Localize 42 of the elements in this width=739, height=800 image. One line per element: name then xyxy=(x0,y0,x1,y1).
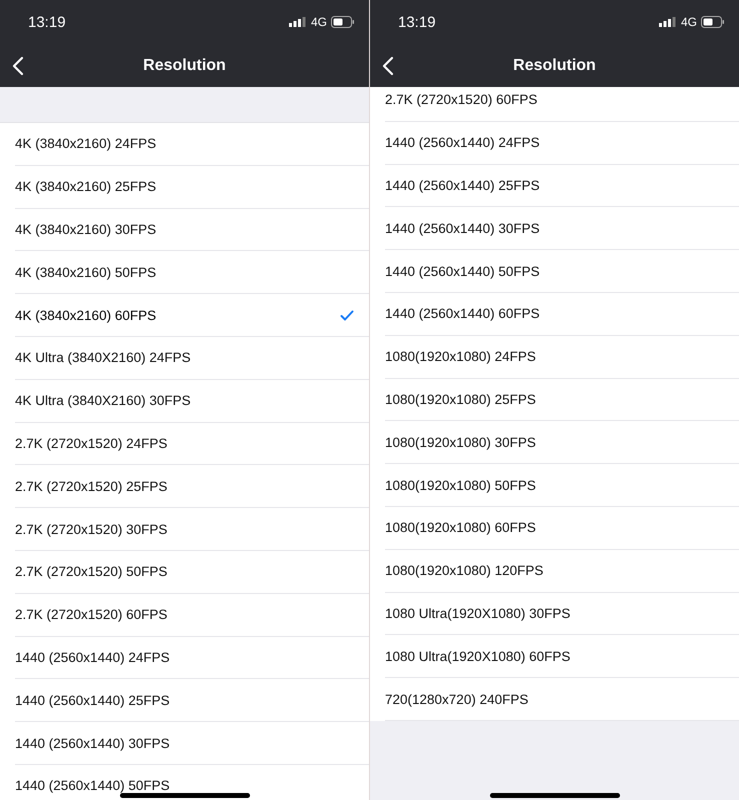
resolution-option[interactable]: 2.7K (2720x1520) 25FPS xyxy=(15,465,369,508)
resolution-option[interactable]: 4K (3840x2160) 25FPS xyxy=(15,166,369,209)
network-label: 4G xyxy=(310,15,327,29)
resolution-option[interactable]: 1080(1920x1080) 60FPS xyxy=(385,506,739,550)
back-chevron-icon xyxy=(12,56,24,76)
resolution-option[interactable]: 1440 (2560x1440) 50FPS xyxy=(385,250,739,293)
resolution-option[interactable]: 1080(1920x1080) 50FPS xyxy=(385,464,739,507)
resolution-option[interactable]: 1440 (2560x1440) 24FPS xyxy=(385,122,739,165)
resolution-option[interactable]: 2.7K (2720x1520) 30FPS xyxy=(15,508,369,551)
status-time: 13:19 xyxy=(398,14,436,30)
status-time: 13:19 xyxy=(28,14,66,30)
resolution-option[interactable]: 1440 (2560x1440) 25FPS xyxy=(15,679,369,722)
resolution-option[interactable]: 1080(1920x1080) 24FPS xyxy=(385,336,739,379)
screen-title: Resolution xyxy=(512,56,597,74)
resolution-option[interactable]: 2.7K (2720x1520) 50FPS xyxy=(15,550,369,594)
resolution-option[interactable]: 4K (3840x2160) 50FPS xyxy=(15,251,369,294)
signal-icon xyxy=(658,17,677,27)
resolution-option[interactable]: 1080(1920x1080) 30FPS xyxy=(385,421,739,464)
resolution-option[interactable]: 2.7K (2720x1520) 60FPS xyxy=(15,594,369,637)
resolution-option[interactable]: 1440 (2560x1440) 30FPS xyxy=(15,722,369,765)
network-label: 4G xyxy=(680,15,697,29)
resolution-option[interactable]: 4K (3840x2160) 60FPS xyxy=(15,294,369,337)
resolution-option[interactable]: 4K Ultra (3840X2160) 30FPS xyxy=(15,380,369,423)
resolution-option[interactable]: 4K Ultra (3840X2160) 24FPS xyxy=(15,336,369,380)
resolution-option[interactable]: 1440 (2560x1440) 24FPS xyxy=(15,636,369,680)
resolution-option[interactable]: 1440 (2560x1440) 25FPS xyxy=(385,164,739,208)
screen-title: Resolution xyxy=(142,56,227,74)
resolution-option[interactable]: 4K (3840x2160) 30FPS xyxy=(15,208,369,252)
resolution-option[interactable]: 1440 (2560x1440) 30FPS xyxy=(385,207,739,250)
battery-icon xyxy=(331,16,355,28)
resolution-option[interactable]: 2.7K (2720x1520) 24FPS xyxy=(15,422,369,466)
resolution-option[interactable]: 4K (3840x2160) 24FPS xyxy=(15,123,369,166)
back-chevron-icon xyxy=(382,56,394,76)
resolution-option[interactable]: 1080(1920x1080) 120FPS xyxy=(385,550,739,593)
resolution-option[interactable]: 1080 Ultra(1920X1080) 60FPS xyxy=(385,635,739,678)
resolution-option[interactable]: 2.7K (2720x1520) 60FPS xyxy=(385,87,739,122)
battery-icon xyxy=(701,16,725,28)
resolution-option[interactable]: 1080(1920x1080) 25FPS xyxy=(385,378,739,422)
resolution-option[interactable]: 1080 Ultra(1920X1080) 30FPS xyxy=(385,592,739,636)
resolution-option[interactable]: 1440 (2560x1440) 60FPS xyxy=(385,292,739,336)
resolution-option[interactable]: 720(1280x720) 240FPS xyxy=(385,678,739,721)
signal-icon xyxy=(288,17,307,27)
